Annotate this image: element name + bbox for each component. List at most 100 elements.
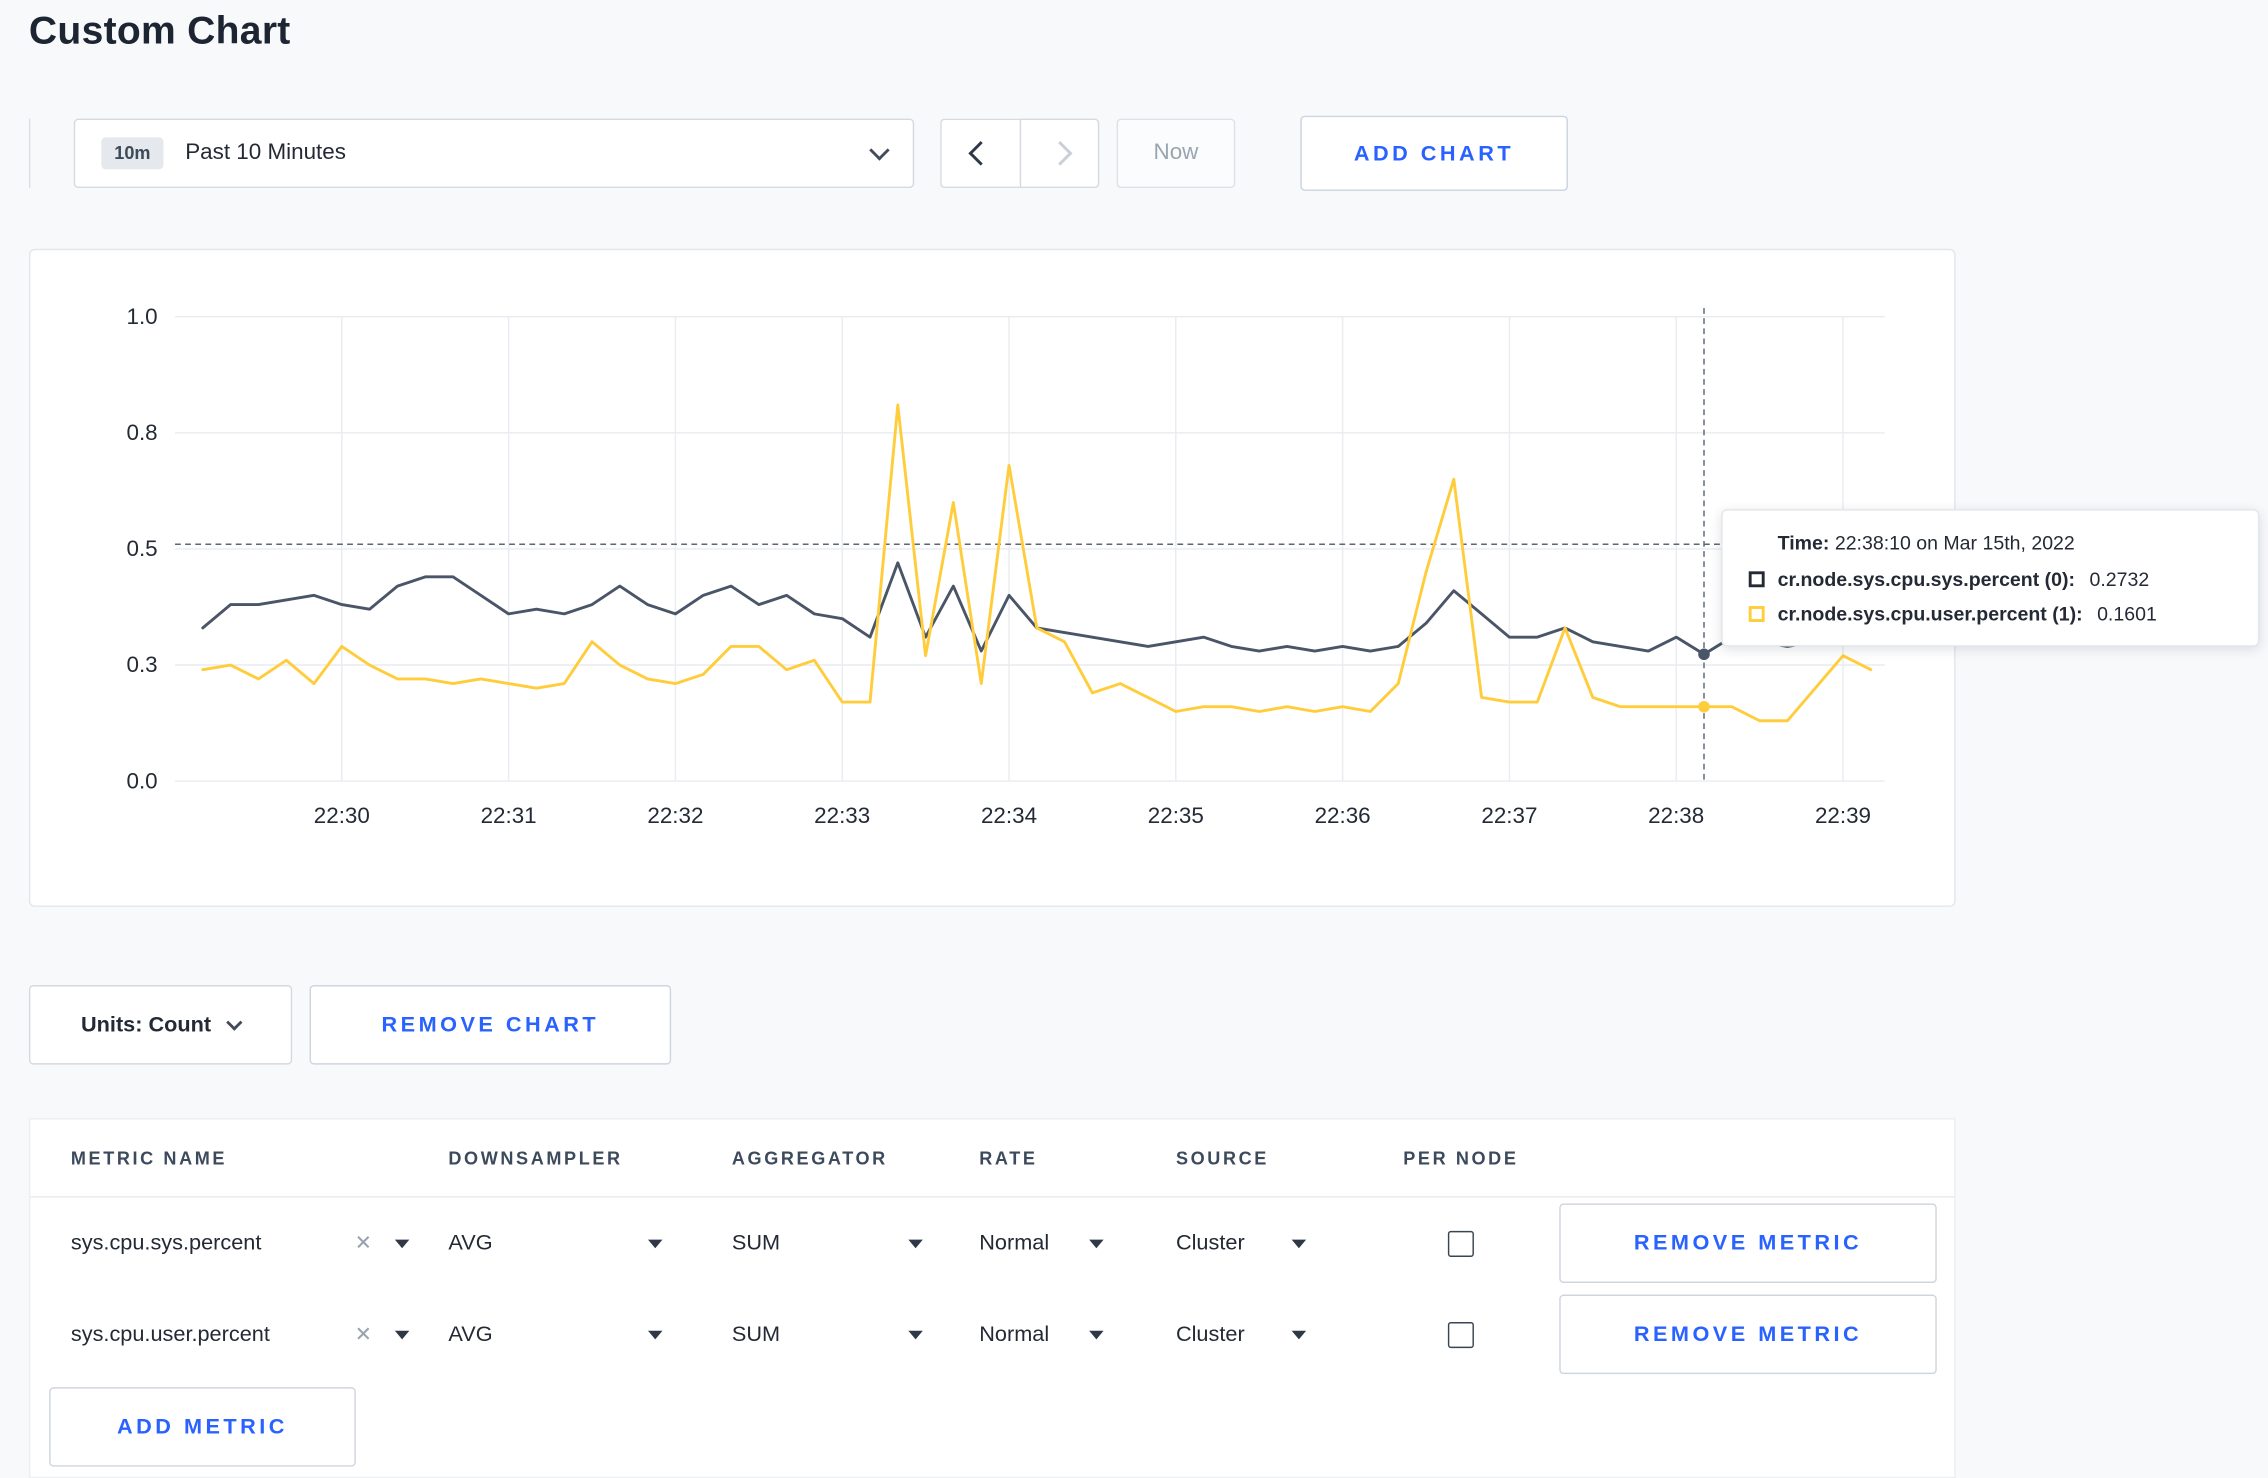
aggregator-value: SUM	[731, 1322, 781, 1347]
caret-down-icon	[648, 1329, 663, 1339]
tooltip-series-row: cr.node.sys.cpu.sys.percent (0): 0.2732	[1748, 568, 2232, 591]
series-line	[201, 561, 1873, 656]
series-line	[201, 403, 1873, 723]
caret-down-icon	[1291, 1329, 1307, 1339]
x-tick-label: 22:34	[981, 803, 1037, 828]
col-header-aggregator: AGGREGATOR	[731, 1147, 888, 1168]
metric-name-select[interactable]: sys.cpu.user.percent ✕	[70, 1322, 410, 1347]
x-tick-label: 22:35	[1148, 803, 1204, 828]
downsampler-value: AVG	[448, 1322, 493, 1347]
caret-down-icon	[1089, 1238, 1104, 1248]
x-tick-label: 22:30	[314, 803, 370, 828]
y-tick-label: 0.0	[127, 768, 158, 793]
x-tick-label: 22:32	[647, 803, 703, 828]
chevron-left-icon	[968, 141, 993, 166]
per-node-checkbox[interactable]	[1447, 1230, 1474, 1257]
tooltip-time-value: 22:38:10 on Mar 15th, 2022	[1834, 532, 2075, 554]
chart-tooltip: Time: 22:38:10 on Mar 15th, 2022 cr.node…	[1721, 509, 2260, 647]
units-label: Units: Count	[81, 1012, 212, 1038]
toolbar: 10m Past 10 Minutes Now ADD CHART	[28, 115, 1568, 191]
remove-chart-button[interactable]: REMOVE CHART	[309, 985, 672, 1065]
now-button[interactable]: Now	[1116, 118, 1236, 189]
time-range-dropdown[interactable]: 10m Past 10 Minutes	[73, 118, 915, 189]
chevron-right-icon	[1047, 141, 1072, 166]
add-metric-button[interactable]: ADD METRIC	[49, 1387, 356, 1467]
x-tick-label: 22:36	[1315, 803, 1371, 828]
source-select[interactable]: Cluster	[1175, 1322, 1307, 1347]
aggregator-select[interactable]: SUM	[732, 1231, 923, 1256]
tooltip-time: Time: 22:38:10 on Mar 15th, 2022	[1778, 532, 2232, 554]
add-chart-button[interactable]: ADD CHART	[1300, 115, 1568, 191]
downsampler-value: AVG	[448, 1230, 493, 1256]
tooltip-series-row: cr.node.sys.cpu.user.percent (1): 0.1601	[1748, 603, 2232, 625]
x-tick-label: 22:38	[1648, 803, 1704, 828]
hover-point	[1698, 700, 1710, 713]
toolbar-divider	[28, 118, 31, 189]
time-pager	[940, 118, 1100, 189]
remove-metric-button[interactable]: REMOVE METRIC	[1559, 1203, 1937, 1283]
metrics-table-header: METRIC NAME DOWNSAMPLER AGGREGATOR RATE …	[30, 1120, 1955, 1198]
caret-down-icon	[908, 1329, 923, 1339]
per-node-checkbox[interactable]	[1447, 1321, 1474, 1348]
caret-down-icon	[908, 1238, 923, 1248]
caret-down-icon	[648, 1238, 663, 1248]
time-range-badge: 10m	[101, 137, 164, 170]
y-tick-label: 0.8	[127, 420, 158, 445]
chevron-down-icon	[226, 1013, 243, 1031]
rate-value: Normal	[979, 1322, 1050, 1347]
page-title: Custom Chart	[28, 8, 291, 53]
next-time-button[interactable]	[1019, 118, 1100, 189]
chart-actions: Units: Count REMOVE CHART	[28, 985, 672, 1065]
tooltip-series-value: 0.2732	[2089, 568, 2150, 591]
y-tick-label: 0.3	[127, 652, 158, 677]
x-tick-label: 22:37	[1481, 803, 1537, 828]
metric-row: sys.cpu.sys.percent ✕ AVG SUM Normal Clu…	[30, 1198, 1954, 1289]
close-icon[interactable]: ✕	[355, 1231, 372, 1256]
chevron-down-icon	[869, 140, 890, 161]
metrics-table: METRIC NAME DOWNSAMPLER AGGREGATOR RATE …	[28, 1118, 1956, 1478]
caret-down-icon	[394, 1238, 410, 1248]
col-header-downsampler: DOWNSAMPLER	[448, 1147, 623, 1168]
aggregator-select[interactable]: SUM	[732, 1322, 923, 1347]
x-tick-label: 22:39	[1815, 803, 1871, 828]
series-swatch-icon	[1748, 571, 1765, 588]
y-tick-label: 1.0	[127, 304, 158, 329]
metric-name-select[interactable]: sys.cpu.sys.percent ✕	[70, 1230, 410, 1256]
time-range-label: Past 10 Minutes	[185, 140, 346, 165]
chart-panel: 0.0 0.3 0.5 0.8 1.0 22:30 22:31 22:32 22:33 22:34…	[28, 248, 1956, 907]
remove-metric-button[interactable]: REMOVE METRIC	[1559, 1294, 1937, 1375]
hover-point	[1698, 648, 1710, 661]
rate-select[interactable]: Normal	[979, 1230, 1104, 1256]
caret-down-icon	[1291, 1238, 1307, 1248]
source-select[interactable]: Cluster	[1175, 1230, 1307, 1256]
source-value: Cluster	[1175, 1230, 1245, 1256]
tooltip-series-label: cr.node.sys.cpu.user.percent (1):	[1777, 603, 2083, 625]
downsampler-select[interactable]: AVG	[448, 1322, 663, 1347]
tooltip-series-label: cr.node.sys.cpu.sys.percent (0):	[1777, 568, 2076, 591]
aggregator-value: SUM	[731, 1230, 781, 1256]
metric-row: sys.cpu.user.percent ✕ AVG SUM Normal Cl…	[30, 1289, 1954, 1380]
col-header-source: SOURCE	[1175, 1147, 1269, 1168]
timeseries-chart[interactable]: 0.0 0.3 0.5 0.8 1.0 22:30 22:31 22:32 22:33 22:34…	[30, 250, 1954, 905]
x-tick-label: 22:31	[481, 803, 537, 828]
caret-down-icon	[1089, 1329, 1104, 1339]
downsampler-select[interactable]: AVG	[448, 1230, 663, 1256]
caret-down-icon	[394, 1329, 410, 1339]
col-header-rate: RATE	[979, 1147, 1038, 1168]
x-tick-label: 22:33	[814, 803, 870, 828]
rate-select[interactable]: Normal	[979, 1322, 1104, 1347]
prev-time-button[interactable]	[940, 118, 1020, 189]
col-header-metric-name: METRIC NAME	[70, 1147, 228, 1168]
col-header-per-node: PER NODE	[1403, 1147, 1519, 1168]
metric-name: sys.cpu.sys.percent	[70, 1230, 262, 1256]
series-swatch-icon	[1748, 606, 1765, 622]
metric-name: sys.cpu.user.percent	[70, 1322, 270, 1347]
rate-value: Normal	[979, 1230, 1050, 1256]
units-dropdown[interactable]: Units: Count	[28, 985, 293, 1065]
tooltip-time-label: Time:	[1777, 532, 1830, 554]
close-icon[interactable]: ✕	[355, 1322, 372, 1347]
tooltip-series-value: 0.1601	[2097, 603, 2157, 625]
y-tick-label: 0.5	[127, 536, 158, 561]
source-value: Cluster	[1175, 1322, 1245, 1347]
custom-chart-page: Custom Chart 10m Past 10 Minutes Now ADD…	[0, 0, 2268, 1478]
